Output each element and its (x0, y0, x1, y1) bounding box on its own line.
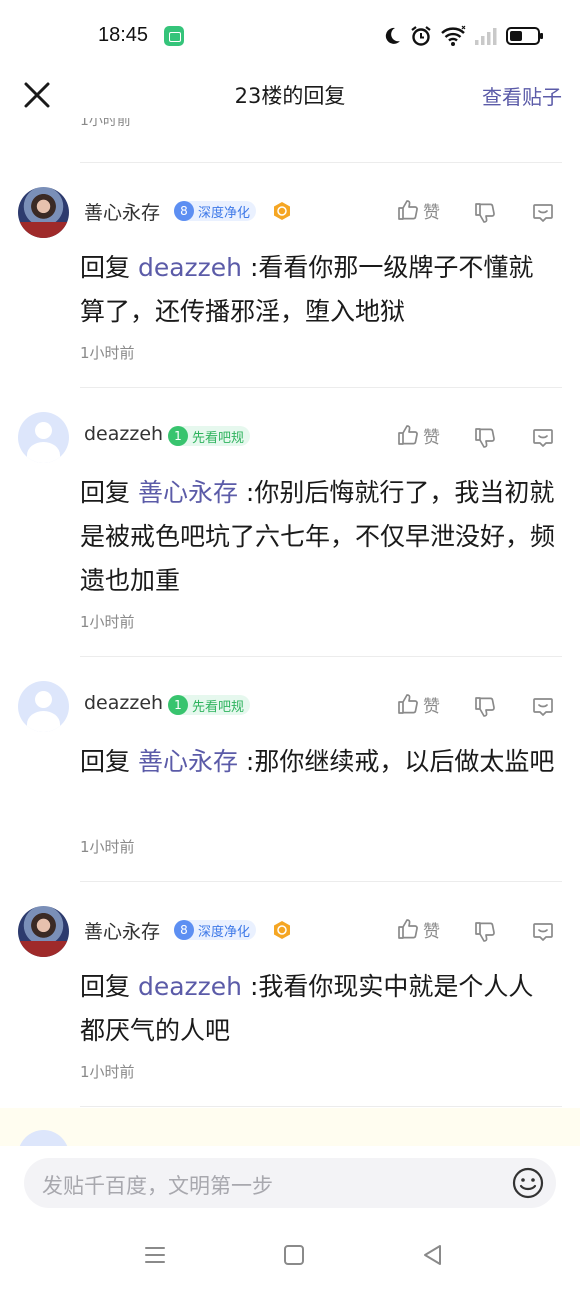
like-label: 赞 (423, 202, 440, 223)
battery-icon (506, 27, 543, 45)
thumbs-up-icon (398, 694, 418, 714)
like-button[interactable]: 赞 (396, 689, 440, 719)
avatar[interactable] (18, 187, 69, 238)
level-title: 深度净化 (198, 205, 251, 221)
like-label: 赞 (423, 696, 440, 717)
timestamp: 1小时前 (80, 838, 135, 856)
comment-item: 善心永存 8 深度净化 赞 回复 deazzeh :看看你那一级牌子不懂就算了，… (0, 163, 580, 387)
reply-input[interactable]: 发贴千百度，文明第一步 (24, 1158, 556, 1208)
partial-comment-item (0, 1108, 580, 1146)
mention-link[interactable]: 善心永存 (138, 478, 238, 507)
app-icon (164, 26, 184, 46)
like-button[interactable]: 赞 (396, 420, 440, 450)
level-number: 1 (168, 695, 188, 715)
username[interactable]: 善心永存 (84, 198, 160, 225)
level-badge: 8 深度净化 (174, 201, 257, 221)
comment-text: 回复 善心永存 :那你继续戒，以后做太监吧 (80, 740, 558, 784)
avatar[interactable] (18, 1130, 69, 1146)
status-bar: 18:45 (0, 0, 580, 70)
level-title: 先看吧规 (192, 699, 245, 715)
moon-icon (385, 27, 400, 44)
mention-link[interactable]: deazzeh (138, 972, 242, 1001)
medal-icon (274, 921, 290, 939)
reply-prefix: 回复 (80, 972, 138, 1001)
comment-text: 回复 deazzeh :我看你现实中就是个人人都厌气的人吧 (80, 965, 558, 1053)
partial-time-text: 1小时前 (80, 118, 131, 129)
level-number: 8 (174, 920, 194, 940)
medal-icon (274, 202, 290, 220)
wifi-icon (441, 25, 466, 46)
timestamp: 1小时前 (80, 613, 135, 631)
like-label: 赞 (423, 427, 440, 448)
avatar[interactable] (18, 681, 69, 732)
timestamp: 1小时前 (80, 1063, 135, 1081)
back-icon[interactable] (420, 1242, 446, 1268)
system-nav-bar (0, 1222, 580, 1289)
status-time: 18:45 (98, 24, 149, 46)
level-badge: 8 深度净化 (174, 920, 257, 940)
level-title: 先看吧规 (192, 430, 245, 446)
mention-link[interactable]: 善心永存 (138, 747, 238, 776)
reply-prefix: 回复 (80, 253, 138, 282)
nav-bar: 23楼的回复 查看贴子 (0, 70, 580, 120)
like-button[interactable]: 赞 (396, 914, 440, 944)
alarm-icon (411, 26, 431, 46)
view-post-link[interactable]: 查看贴子 (482, 81, 562, 110)
level-title: 深度净化 (198, 924, 251, 940)
like-label: 赞 (423, 921, 440, 942)
status-icons (382, 22, 544, 50)
reply-icon[interactable] (531, 423, 555, 453)
level-number: 8 (174, 201, 194, 221)
reply-input-bar: 发贴千百度，文明第一步 (0, 1146, 580, 1222)
reply-prefix: 回复 (80, 478, 138, 507)
thumbs-down-icon[interactable] (473, 917, 497, 947)
comment-text: 回复 deazzeh :看看你那一级牌子不懂就算了，还传播邪淫，堕入地狱 (80, 246, 558, 334)
username[interactable]: deazzeh (84, 692, 163, 714)
comment-body: :那你继续戒，以后做太监吧 (237, 747, 555, 776)
thumbs-up-icon (398, 919, 418, 939)
thumbs-up-icon (398, 200, 418, 220)
signal-icon (475, 28, 497, 45)
reply-icon[interactable] (531, 917, 555, 947)
comment-item: deazzeh 1 先看吧规 赞 回复 善心永存 :你别后悔就行了，我当初就是被… (0, 388, 580, 656)
menu-icon[interactable] (142, 1242, 168, 1268)
username[interactable]: 善心永存 (84, 917, 160, 944)
avatar[interactable] (18, 906, 69, 957)
thumbs-up-icon (398, 425, 418, 445)
reply-input-placeholder: 发贴千百度，文明第一步 (42, 1174, 273, 1198)
username[interactable]: deazzeh (84, 423, 163, 445)
reply-prefix: 回复 (80, 747, 138, 776)
comment-text: 回复 善心永存 :你别后悔就行了，我当初就是被戒色吧坑了六七年，不仅早泄没好，频… (80, 471, 558, 603)
level-number: 1 (168, 426, 188, 446)
comment-item: 善心永存 8 深度净化 赞 回复 deazzeh :我看你现实中就是个人人都厌气… (0, 882, 580, 1106)
thumbs-down-icon[interactable] (473, 423, 497, 453)
like-button[interactable]: 赞 (396, 195, 440, 225)
mention-link[interactable]: deazzeh (138, 253, 242, 282)
home-icon[interactable] (281, 1242, 307, 1268)
thumbs-down-icon[interactable] (473, 198, 497, 228)
reply-icon[interactable] (531, 692, 555, 722)
avatar[interactable] (18, 412, 69, 463)
level-badge: 1 先看吧规 (168, 426, 251, 446)
divider (80, 1106, 562, 1107)
comment-item: deazzeh 1 先看吧规 赞 回复 善心永存 :那你继续戒，以后做太监吧 1… (0, 657, 580, 881)
thumbs-down-icon[interactable] (473, 692, 497, 722)
emoji-icon[interactable] (512, 1167, 544, 1199)
level-badge: 1 先看吧规 (168, 695, 251, 715)
timestamp: 1小时前 (80, 344, 135, 362)
reply-icon[interactable] (531, 198, 555, 228)
